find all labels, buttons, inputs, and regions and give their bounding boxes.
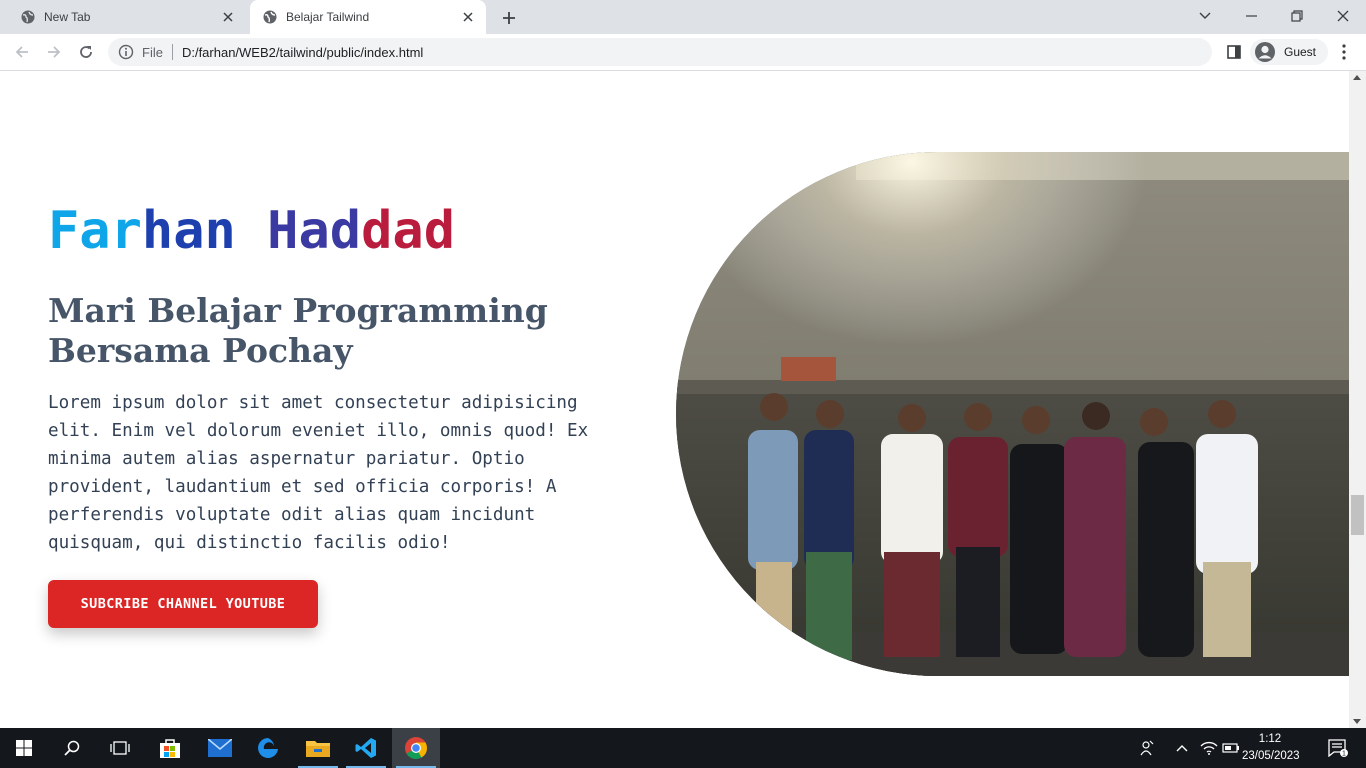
hero-description: Lorem ipsum dolor sit amet consectetur a… (48, 393, 589, 553)
close-tab-icon[interactable] (458, 7, 478, 27)
hero-photo (676, 152, 1349, 676)
scroll-down-icon[interactable] (1353, 719, 1361, 724)
clock-time: 1:12 (1258, 733, 1282, 745)
more-menu-icon[interactable] (1332, 38, 1356, 66)
notification-center-icon[interactable]: 1 (1318, 728, 1358, 768)
battery-icon[interactable] (1220, 728, 1242, 768)
url-separator (171, 44, 173, 60)
new-tab-button[interactable] (498, 7, 520, 29)
profile-button[interactable]: Guest (1250, 39, 1328, 65)
tab-belajar-tailwind[interactable]: Belajar Tailwind (250, 0, 486, 34)
clock-date: 23/05/2023 (1242, 750, 1300, 762)
tab-title: Belajar Tailwind (286, 10, 370, 24)
tab-strip: New Tab Belajar Tailwind (0, 0, 1366, 34)
name-part: Had (267, 201, 362, 261)
tab-search-icon[interactable] (1182, 0, 1228, 32)
notification-count: 1 (1342, 751, 1346, 758)
scroll-up-icon[interactable] (1353, 75, 1361, 80)
browser-toolbar: File D:/farhan/WEB2/tailwind/public/inde… (0, 34, 1366, 71)
vscode-icon[interactable] (342, 728, 390, 768)
page-viewport: Farhan Haddad Mari Belajar Programming B… (0, 71, 1349, 728)
task-view-icon[interactable] (96, 728, 144, 768)
hero-name: Farhan Haddad (48, 199, 455, 263)
close-window-button[interactable] (1320, 0, 1366, 32)
edge-icon[interactable] (244, 728, 292, 768)
info-icon[interactable] (118, 44, 134, 60)
avatar-icon (1254, 41, 1276, 63)
chrome-icon[interactable] (392, 728, 440, 768)
url-scheme-label: File (142, 44, 163, 60)
name-part: han (141, 201, 236, 261)
file-explorer-icon[interactable] (294, 728, 342, 768)
globe-icon (20, 9, 36, 25)
reload-button[interactable] (72, 38, 100, 66)
system-clock[interactable]: 1:12 23/05/2023 (1242, 731, 1300, 765)
close-tab-icon[interactable] (218, 7, 238, 27)
side-panel-icon[interactable] (1222, 38, 1246, 66)
tab-new-tab[interactable]: New Tab (8, 0, 246, 34)
people-icon[interactable] (1136, 728, 1158, 768)
url-text[interactable]: D:/farhan/WEB2/tailwind/public/index.htm… (182, 45, 423, 60)
back-button[interactable] (8, 38, 36, 66)
name-part: dad (361, 201, 455, 261)
scrollbar-thumb[interactable] (1351, 495, 1364, 535)
restore-button[interactable] (1274, 0, 1320, 32)
chevron-up-icon[interactable] (1172, 728, 1192, 768)
store-icon[interactable] (146, 728, 194, 768)
globe-icon (262, 9, 278, 25)
profile-label: Guest (1284, 45, 1317, 59)
start-icon[interactable] (0, 728, 48, 768)
tab-title: New Tab (44, 10, 91, 24)
page-scrollbar[interactable] (1349, 71, 1366, 728)
wifi-icon[interactable] (1198, 728, 1220, 768)
address-bar[interactable]: File D:/farhan/WEB2/tailwind/public/inde… (108, 38, 1212, 66)
search-icon[interactable] (48, 728, 96, 768)
minimize-button[interactable] (1228, 0, 1274, 32)
subscribe-button[interactable]: SUBCRIBE CHANNEL YOUTUBE (48, 580, 318, 628)
mail-icon[interactable] (196, 728, 244, 768)
forward-button[interactable] (40, 38, 68, 66)
hero-subtitle: Mari Belajar Programming Bersama Pochay (48, 291, 548, 370)
windows-taskbar: 1:12 23/05/2023 1 (0, 728, 1366, 768)
name-part: Far (48, 201, 142, 261)
